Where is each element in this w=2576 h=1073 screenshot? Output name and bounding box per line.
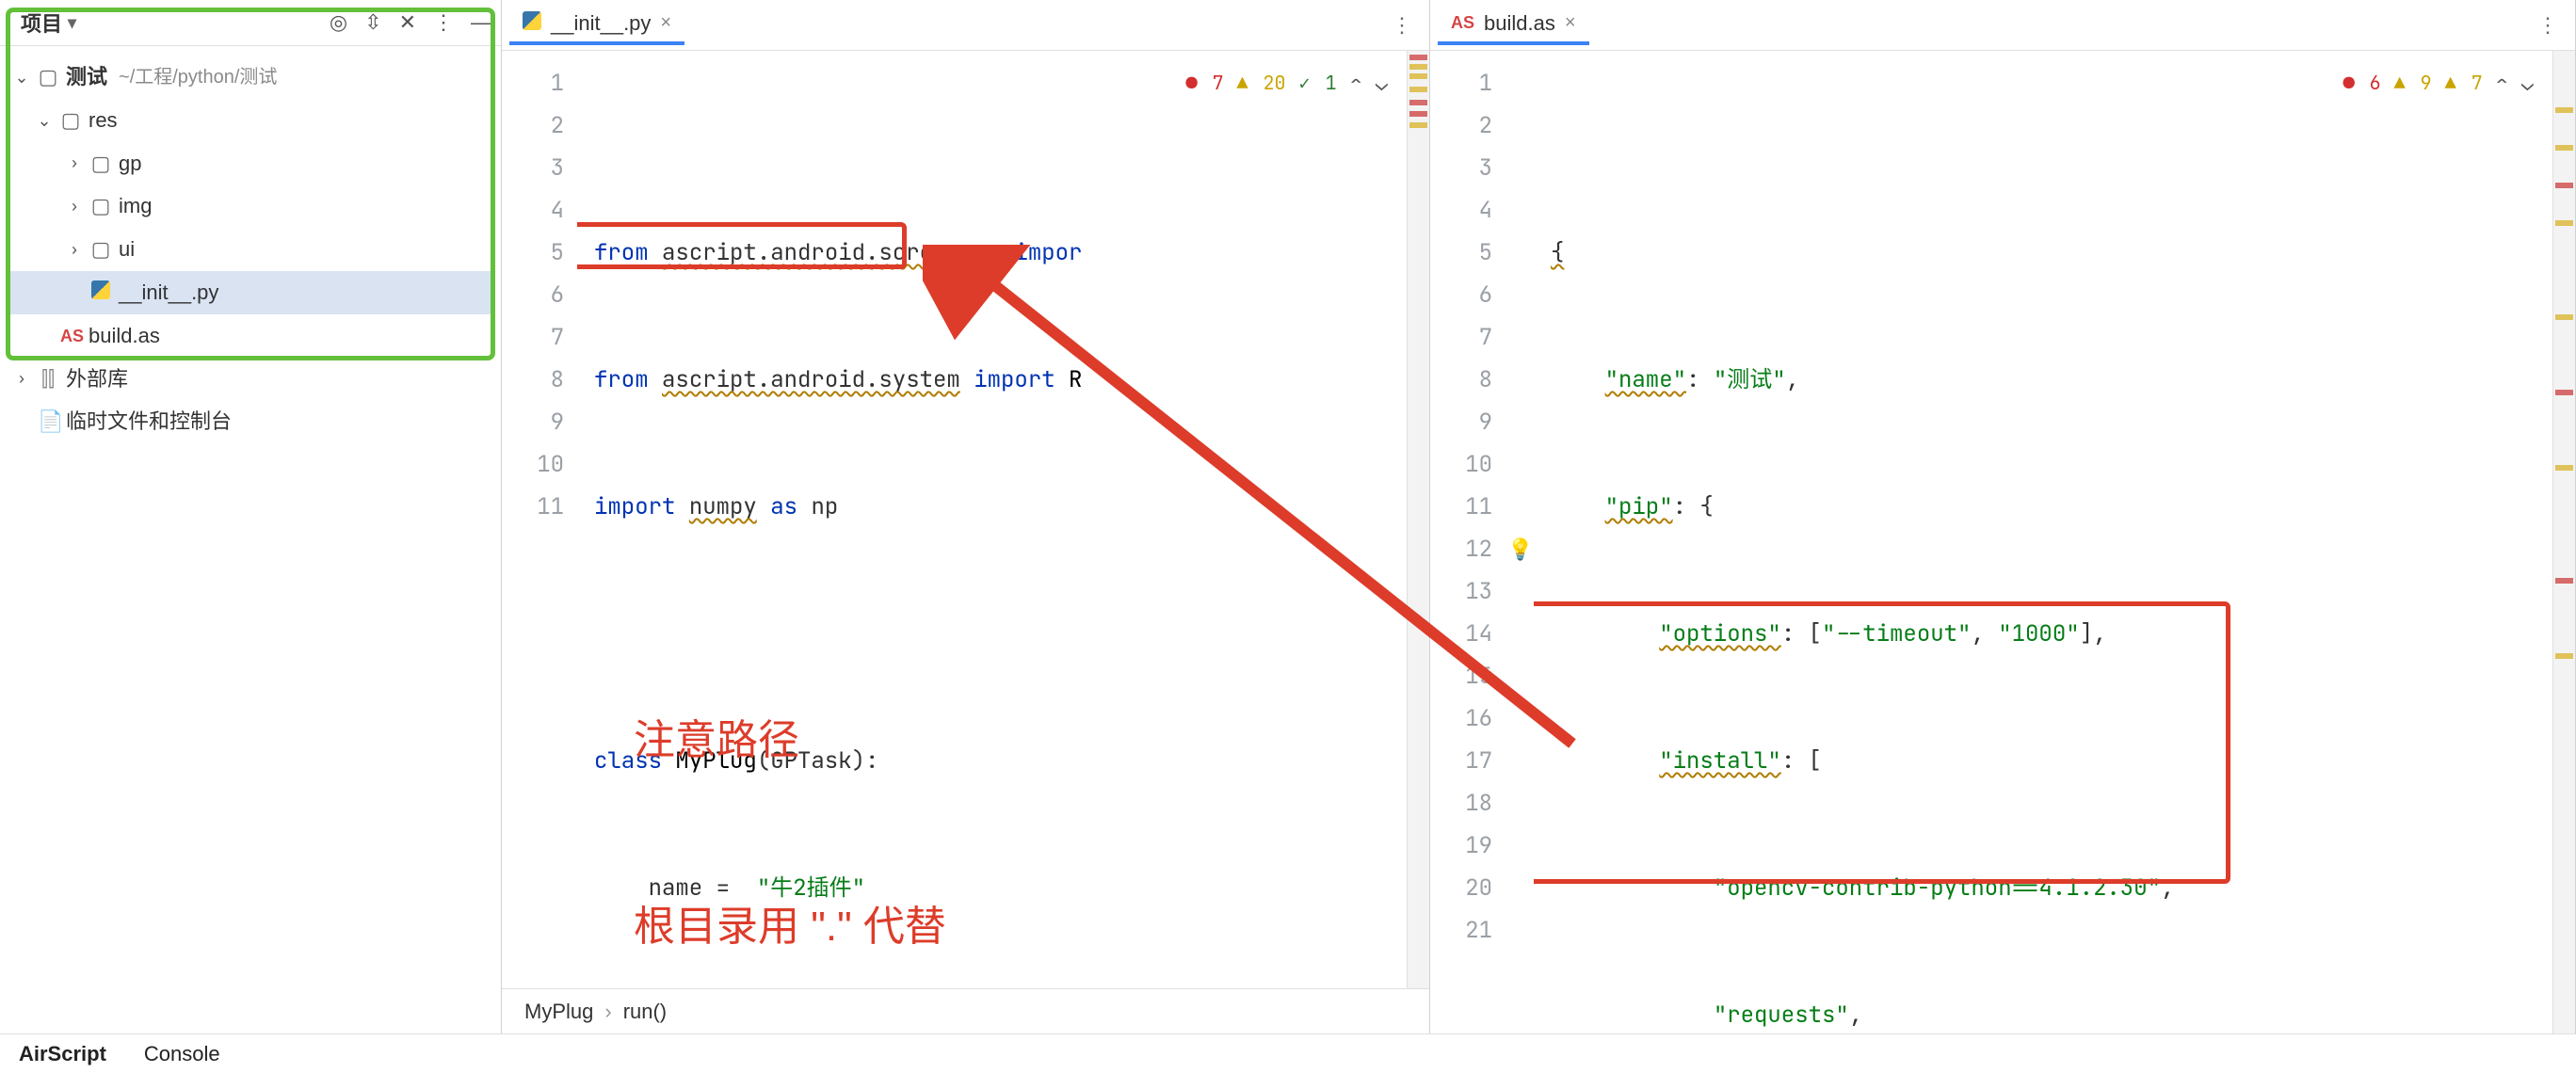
bottom-toolwindow-bar: AirScript Console	[0, 1033, 2576, 1073]
folder-icon: ▢	[38, 57, 58, 97]
tree-folder-res[interactable]: ⌄ ▢ res	[6, 99, 495, 142]
tab-label: __init__.py	[551, 11, 651, 36]
as-file-icon: AS	[60, 320, 81, 352]
close-icon[interactable]: ×	[1565, 12, 1576, 34]
tree-label: res	[89, 101, 118, 140]
folder-icon: ▢	[90, 186, 111, 226]
prev-highlight-icon[interactable]: ⌃	[2496, 62, 2508, 104]
folder-icon: ▢	[60, 101, 81, 140]
tab-menu-icon[interactable]: ⋮	[2528, 9, 2568, 41]
chevron-down-icon[interactable]: ▾	[68, 13, 76, 33]
tree-label: img	[119, 186, 152, 226]
scroll-strip-right[interactable]	[2552, 51, 2575, 1033]
tree-folder-ui[interactable]: › ▢ ui	[6, 228, 495, 271]
project-header: 项目 ▾ ◎ ⇳ ✕ ⋮ —	[0, 0, 501, 46]
tree-label: __init__.py	[119, 273, 218, 312]
editor-tabs-left: __init__.py × ⋮	[502, 0, 1429, 51]
gutter-left: 1234567891011	[502, 51, 577, 988]
tree-label: 外部库	[66, 360, 128, 399]
project-panel: 项目 ▾ ◎ ⇳ ✕ ⋮ — ⌄ ▢ 测试 ~/工程/python/测试	[0, 0, 502, 1033]
scroll-strip-left[interactable]	[1407, 51, 1429, 988]
prev-highlight-icon[interactable]: ⌃	[1350, 62, 1362, 104]
tab-label: build.as	[1484, 11, 1555, 36]
more-icon[interactable]: ⋮	[433, 10, 454, 35]
editor-tabs-right: AS build.as × ⋮	[1430, 0, 2575, 51]
scratch-icon: 📄	[38, 402, 58, 441]
breadcrumb-class[interactable]: MyPlug	[524, 1000, 593, 1024]
gutter-right: 123456789101112131415161718192021	[1430, 51, 1505, 1033]
tab-menu-icon[interactable]: ⋮	[1382, 9, 1422, 41]
editor-left: __init__.py × ⋮ 1234567891011 ● 7 ▲ 20 ✓…	[502, 0, 1430, 1033]
tab-build-as[interactable]: AS build.as ×	[1438, 6, 1589, 45]
tree-label: 临时文件和控制台	[66, 402, 232, 441]
chevron-right-icon[interactable]: ›	[13, 362, 30, 394]
code-left[interactable]: ● 7 ▲ 20 ✓ 1 ⌃ ⌄ from ascript.android.sc…	[577, 51, 1407, 988]
warning-count[interactable]: ▲ 9	[2394, 62, 2432, 104]
as-file-icon: AS	[1451, 13, 1474, 33]
chevron-right-icon[interactable]: ›	[66, 233, 83, 265]
chevron-down-icon[interactable]: ⌄	[36, 104, 53, 136]
tab-init-py[interactable]: __init__.py ×	[509, 6, 684, 45]
expand-all-icon[interactable]: ⇳	[364, 10, 381, 35]
select-open-file-icon[interactable]: ◎	[330, 10, 347, 35]
tree-label: gp	[119, 144, 141, 184]
code-area-left[interactable]: 1234567891011 ● 7 ▲ 20 ✓ 1 ⌃ ⌄ from ascr…	[502, 51, 1429, 988]
toolwindow-airscript[interactable]: AirScript	[19, 1042, 106, 1066]
library-icon: ⫿⫿	[38, 360, 58, 399]
breadcrumb-left[interactable]: MyPlug › run()	[502, 988, 1429, 1033]
project-tree: ⌄ ▢ 测试 ~/工程/python/测试 ⌄ ▢ res › ▢ gp ›	[0, 46, 501, 453]
inspection-bar-left[interactable]: ● 7 ▲ 20 ✓ 1 ⌃ ⌄	[1181, 60, 1393, 106]
tree-scratch[interactable]: 📄 临时文件和控制台	[6, 400, 495, 443]
python-icon	[523, 11, 541, 36]
minimize-icon[interactable]: —	[471, 10, 491, 35]
editor-area: __init__.py × ⋮ 1234567891011 ● 7 ▲ 20 ✓…	[502, 0, 2576, 1033]
next-highlight-icon[interactable]: ⌄	[1376, 62, 1388, 104]
error-count[interactable]: ● 6	[2343, 62, 2381, 104]
tree-root-path: ~/工程/python/测试	[119, 59, 277, 95]
project-title: 项目	[21, 8, 62, 38]
close-panel-icon[interactable]: ✕	[399, 10, 416, 35]
warning-count[interactable]: ▲ 20	[1237, 62, 1286, 104]
code-area-right[interactable]: 123456789101112131415161718192021 💡 ● 6 …	[1430, 51, 2575, 1033]
editor-right: AS build.as × ⋮ 123456789101112131415161…	[1430, 0, 2576, 1033]
marker-column: 💡	[1505, 51, 1534, 1033]
chevron-right-icon[interactable]: ›	[66, 147, 83, 179]
tree-root[interactable]: ⌄ ▢ 测试 ~/工程/python/测试	[6, 56, 495, 99]
lightbulb-icon[interactable]: 💡	[1507, 528, 1533, 570]
folder-icon: ▢	[90, 144, 111, 184]
tree-root-name: 测试	[66, 57, 107, 97]
error-count[interactable]: ● 7	[1186, 62, 1224, 104]
inspection-bar-right[interactable]: ● 6 ▲ 9 ▲ 7 ⌃ ⌄	[2338, 60, 2539, 106]
tree-external-libs[interactable]: › ⫿⫿ 外部库	[6, 358, 495, 401]
tree-file-init[interactable]: __init__.py	[6, 271, 495, 314]
chevron-down-icon[interactable]: ⌄	[13, 61, 30, 93]
next-highlight-icon[interactable]: ⌄	[2521, 62, 2534, 104]
tree-label: build.as	[89, 316, 160, 356]
ok-count[interactable]: ✓ 1	[1299, 62, 1337, 104]
tree-folder-gp[interactable]: › ▢ gp	[6, 142, 495, 185]
chevron-right-icon[interactable]: ›	[66, 190, 83, 222]
folder-icon: ▢	[90, 230, 111, 269]
code-right[interactable]: ● 6 ▲ 9 ▲ 7 ⌃ ⌄ { "name": "测试", "pip": {…	[1534, 51, 2552, 1033]
breadcrumb-method[interactable]: run()	[623, 1000, 667, 1024]
tree-file-build[interactable]: AS build.as	[6, 314, 495, 358]
tree-folder-img[interactable]: › ▢ img	[6, 184, 495, 228]
python-icon	[90, 273, 111, 312]
toolwindow-console[interactable]: Console	[144, 1042, 220, 1066]
weak-warning-count[interactable]: ▲ 7	[2445, 62, 2483, 104]
close-icon[interactable]: ×	[660, 12, 671, 34]
tree-label: ui	[119, 230, 135, 269]
